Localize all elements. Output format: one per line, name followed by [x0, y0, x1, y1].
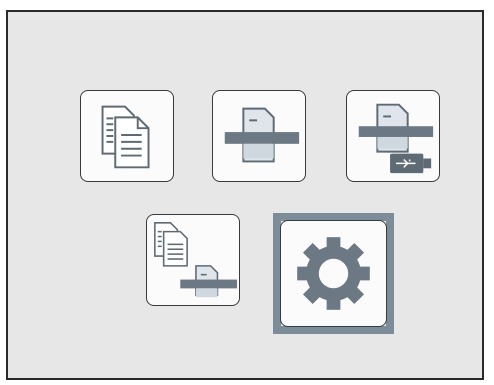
- scan-to-usb-icon: [358, 103, 434, 174]
- copy-and-scan-button[interactable]: [146, 214, 240, 306]
- copy-button[interactable]: [80, 90, 174, 182]
- scanner-icon: [224, 107, 300, 163]
- menu-panel: [6, 10, 484, 380]
- gear-icon: [297, 237, 370, 310]
- scan-to-usb-button[interactable]: [346, 90, 440, 182]
- settings-button[interactable]: [280, 220, 387, 327]
- copy-icon: [101, 105, 150, 169]
- copy-scan-icon: [154, 222, 238, 298]
- scan-button[interactable]: [212, 90, 306, 182]
